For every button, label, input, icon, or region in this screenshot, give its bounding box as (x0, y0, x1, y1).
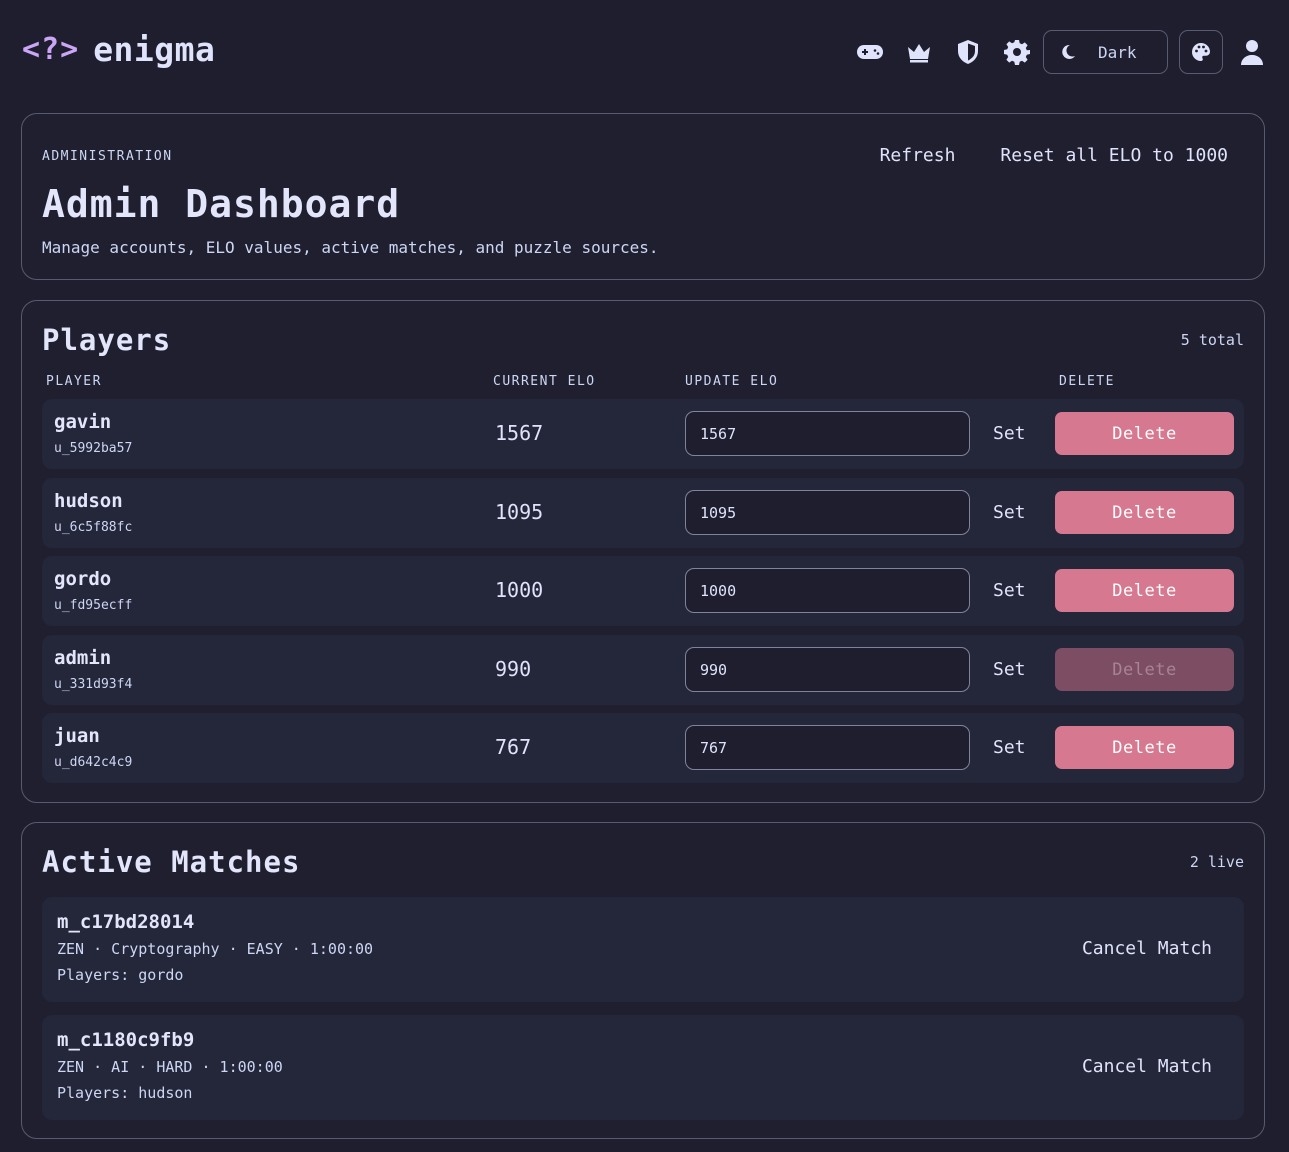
match-id: m_c1180c9fb9 (57, 1029, 195, 1051)
active-matches-card: Active Matches 2 live m_c17bd28014 ZEN ·… (21, 822, 1265, 1139)
moon-icon (1062, 44, 1075, 59)
page-description: Manage accounts, ELO values, active matc… (42, 238, 659, 257)
players-count: 5 total (1180, 331, 1244, 349)
update-elo-input[interactable] (685, 490, 970, 535)
set-elo-button[interactable]: Set (993, 737, 1026, 758)
current-elo: 1000 (495, 578, 544, 602)
column-header-update-elo: UPDATE ELO (685, 374, 779, 389)
current-elo: 767 (495, 735, 532, 759)
current-elo: 1567 (495, 421, 544, 445)
matches-title: Active Matches (42, 845, 301, 879)
code-logo-icon: <?> (22, 32, 80, 67)
table-row: juan u_d642c4c9 767 Set Delete (42, 713, 1244, 783)
palette-button[interactable] (1179, 30, 1223, 74)
table-row: gordo u_fd95ecff 1000 Set Delete (42, 556, 1244, 626)
top-bar: <?> enigma Dark (0, 0, 1289, 104)
current-elo: 1095 (495, 500, 544, 524)
column-header-delete: DELETE (1059, 374, 1115, 389)
reset-elo-button[interactable]: Reset all ELO to 1000 (1000, 144, 1228, 168)
column-header-current-elo: CURRENT ELO (493, 374, 596, 389)
players-card: Players 5 total PLAYER CURRENT ELO UPDAT… (21, 300, 1265, 803)
theme-toggle-button[interactable]: Dark (1043, 30, 1168, 74)
delete-button-disabled: Delete (1055, 648, 1234, 691)
shield-icon[interactable] (948, 30, 988, 74)
player-id: u_fd95ecff (54, 598, 133, 613)
admin-actions: Refresh Reset all ELO to 1000 (835, 144, 1228, 168)
palette-icon (1192, 43, 1210, 61)
table-row: hudson u_6c5f88fc 1095 Set Delete (42, 478, 1244, 548)
player-name: hudson (54, 490, 123, 512)
set-elo-button[interactable]: Set (993, 659, 1026, 680)
cancel-match-button[interactable]: Cancel Match (1082, 938, 1212, 959)
page-title: Admin Dashboard (42, 182, 401, 226)
players-title: Players (42, 323, 172, 357)
delete-button[interactable]: Delete (1055, 726, 1234, 769)
player-name: gavin (54, 411, 112, 433)
refresh-button[interactable]: Refresh (880, 144, 956, 168)
set-elo-button[interactable]: Set (993, 502, 1026, 523)
table-row: gavin u_5992ba57 1567 Set Delete (42, 399, 1244, 469)
nav-icons: Dark (841, 30, 1267, 74)
gear-icon[interactable] (997, 30, 1037, 74)
player-id: u_6c5f88fc (54, 520, 133, 535)
current-elo: 990 (495, 657, 532, 681)
delete-button[interactable]: Delete (1055, 412, 1234, 455)
match-id: m_c17bd28014 (57, 911, 195, 933)
update-elo-input[interactable] (685, 568, 970, 613)
set-elo-button[interactable]: Set (993, 580, 1026, 601)
match-meta: ZEN · AI · HARD · 1:00:00 (57, 1058, 283, 1076)
player-name: admin (54, 647, 112, 669)
table-row: admin u_331d93f4 990 Set Delete (42, 635, 1244, 705)
cancel-match-button[interactable]: Cancel Match (1082, 1056, 1212, 1077)
update-elo-input[interactable] (685, 647, 970, 692)
delete-button[interactable]: Delete (1055, 491, 1234, 534)
matches-count: 2 live (1189, 853, 1244, 871)
player-name: juan (54, 725, 100, 747)
player-id: u_331d93f4 (54, 677, 133, 692)
list-item: m_c1180c9fb9 ZEN · AI · HARD · 1:00:00 P… (42, 1015, 1244, 1120)
match-meta: ZEN · Cryptography · EASY · 1:00:00 (57, 940, 374, 958)
player-id: u_d642c4c9 (54, 755, 133, 770)
brand[interactable]: <?> enigma (22, 30, 215, 69)
user-icon[interactable] (1237, 30, 1267, 74)
delete-button[interactable]: Delete (1055, 569, 1234, 612)
admin-eyebrow: ADMINISTRATION (42, 149, 173, 164)
admin-header-card: ADMINISTRATION Admin Dashboard Manage ac… (21, 113, 1265, 280)
crown-icon[interactable] (899, 30, 939, 74)
player-name: gordo (54, 568, 112, 590)
update-elo-input[interactable] (685, 411, 970, 456)
match-players: Players: hudson (57, 1084, 193, 1102)
gamepad-icon[interactable] (850, 30, 890, 74)
update-elo-input[interactable] (685, 725, 970, 770)
column-header-player: PLAYER (46, 374, 102, 389)
player-id: u_5992ba57 (54, 441, 133, 456)
set-elo-button[interactable]: Set (993, 423, 1026, 444)
theme-label: Dark (1098, 42, 1137, 62)
match-players: Players: gordo (57, 966, 184, 984)
brand-name: enigma (93, 30, 216, 69)
list-item: m_c17bd28014 ZEN · Cryptography · EASY ·… (42, 897, 1244, 1002)
